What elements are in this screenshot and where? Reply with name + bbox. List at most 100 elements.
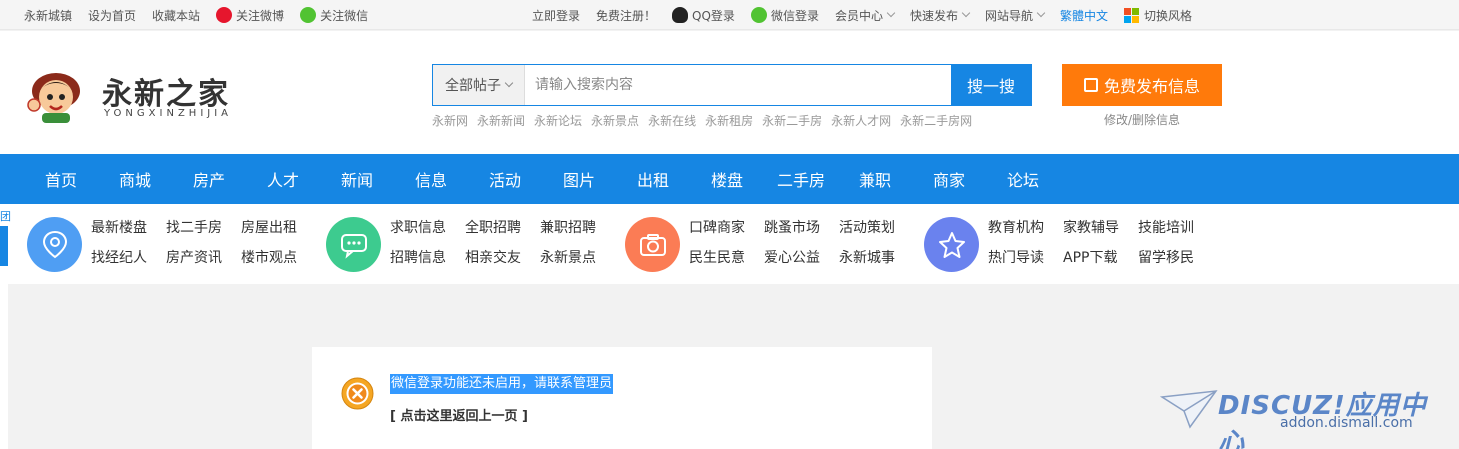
nav-item-property[interactable]: 房产 xyxy=(172,154,246,204)
quick-link[interactable]: 房屋出租 xyxy=(241,218,316,239)
nav-item-news[interactable]: 新闻 xyxy=(320,154,394,204)
quick-link[interactable]: 家教辅导 xyxy=(1063,218,1138,239)
nav-item-part-time[interactable]: 兼职 xyxy=(838,154,912,204)
nav-item-second-hand-house[interactable]: 二手房 xyxy=(764,154,838,204)
site-logo[interactable]: 永新之家 YONGXINZHIJIA xyxy=(26,69,266,125)
site-town-link[interactable]: 永新城镇 xyxy=(24,7,72,24)
quick-link[interactable]: 技能培训 xyxy=(1138,218,1213,239)
windows-grid-icon xyxy=(1124,7,1140,23)
quick-link[interactable]: 留学移民 xyxy=(1138,248,1213,269)
search-input[interactable] xyxy=(525,65,951,105)
hot-search-link[interactable]: 永新论坛 xyxy=(534,112,582,129)
quick-link[interactable]: 求职信息 xyxy=(390,218,465,239)
nav-item-info[interactable]: 信息 xyxy=(394,154,468,204)
follow-weibo-link[interactable]: 关注微博 xyxy=(216,7,284,24)
mascot-logo-icon xyxy=(27,73,80,123)
quick-link[interactable]: 跳蚤市场 xyxy=(764,218,839,239)
watermark-url: addon.dismall.com xyxy=(1280,415,1413,431)
publish-info-label: 免费发布信息 xyxy=(1103,77,1200,96)
top-bar-center: 立即登录 免费注册！ QQ登录 微信登录 会员中心 快速发布 网站导航 繁體中文 xyxy=(532,0,1208,30)
back-link[interactable]: [ 点击这里返回上一页 ] xyxy=(390,405,528,424)
hot-search-link[interactable]: 永新人才网 xyxy=(831,112,891,129)
edit-icon xyxy=(1083,78,1098,92)
nav-item-home[interactable]: 首页 xyxy=(24,154,98,204)
quick-link[interactable]: 永新景点 xyxy=(540,248,615,269)
member-center-menu[interactable]: 会员中心 xyxy=(835,7,896,24)
edit-delete-info-link[interactable]: 修改/删除信息 xyxy=(1062,111,1222,128)
search-category-select[interactable]: 全部帖子 xyxy=(433,65,525,105)
quick-link[interactable]: 民生民意 xyxy=(689,248,764,269)
hot-search-link[interactable]: 永新二手房 xyxy=(762,112,822,129)
hot-search-link[interactable]: 永新景点 xyxy=(591,112,639,129)
site-pinyin: YONGXINZHIJIA xyxy=(104,108,233,119)
traditional-chinese-link[interactable]: 繁體中文 xyxy=(1060,7,1108,24)
hot-search-link[interactable]: 永新租房 xyxy=(705,112,753,129)
nav-item-rent[interactable]: 出租 xyxy=(616,154,690,204)
quick-link[interactable]: 相亲交友 xyxy=(465,248,540,269)
quick-link[interactable]: 兼职招聘 xyxy=(540,218,615,239)
chevron-down-icon xyxy=(961,8,971,18)
header: 永新之家 YONGXINZHIJIA 全部帖子 搜一搜 永新网 永新新闻 永新论… xyxy=(0,31,1459,154)
nav-item-events[interactable]: 活动 xyxy=(468,154,542,204)
quick-link[interactable]: 活动策划 xyxy=(839,218,914,239)
paper-plane-icon xyxy=(1160,390,1218,429)
nav-item-estates[interactable]: 楼盘 xyxy=(690,154,764,204)
set-homepage-link[interactable]: 设为首页 xyxy=(88,7,136,24)
chevron-down-icon xyxy=(886,8,896,18)
login-link[interactable]: 立即登录 xyxy=(532,7,580,24)
camera-icon xyxy=(625,217,680,272)
quick-link[interactable]: 招聘信息 xyxy=(390,248,465,269)
quick-link[interactable]: 全职招聘 xyxy=(465,218,540,239)
wechat-login-link[interactable]: 微信登录 xyxy=(750,7,819,24)
error-icon xyxy=(341,377,374,410)
hot-search-link[interactable]: 永新新闻 xyxy=(477,112,525,129)
wechat-icon xyxy=(750,7,767,23)
nav-item-forum[interactable]: 论坛 xyxy=(986,154,1060,204)
publish-info-button[interactable]: 免费发布信息 xyxy=(1062,64,1222,106)
bookmark-link[interactable]: 收藏本站 xyxy=(152,7,200,24)
switch-style-link[interactable]: 切换风格 xyxy=(1124,7,1192,24)
site-nav-menu[interactable]: 网站导航 xyxy=(985,7,1046,24)
hot-search-link[interactable]: 永新网 xyxy=(432,112,468,129)
hot-search-links: 永新网 永新新闻 永新论坛 永新景点 永新在线 永新租房 永新二手房 永新人才网… xyxy=(432,112,981,129)
main-nav: 首页 商城 房产 人才 新闻 信息 活动 图片 出租 楼盘 二手房 兼职 商家 … xyxy=(0,154,1459,204)
hot-search-link[interactable]: 永新在线 xyxy=(648,112,696,129)
quick-link[interactable]: 热门导读 xyxy=(988,248,1063,269)
nav-item-mall[interactable]: 商城 xyxy=(98,154,172,204)
star-icon xyxy=(924,217,979,272)
weibo-icon xyxy=(216,7,233,23)
top-bar-left: 永新城镇 设为首页 收藏本站 关注微博 关注微信 xyxy=(24,0,384,30)
quick-link[interactable]: 楼市观点 xyxy=(241,248,316,269)
search-button[interactable]: 搜一搜 xyxy=(951,65,1031,105)
discuz-watermark: DISCUZ!应用中心 addon.dismall.com xyxy=(1160,385,1450,449)
register-link[interactable]: 免费注册！ xyxy=(596,7,656,24)
wechat-icon xyxy=(300,7,317,23)
left-side-tab[interactable]: 团 xyxy=(0,204,11,449)
quick-link[interactable]: 口碑商家 xyxy=(689,218,764,239)
follow-wechat-link[interactable]: 关注微信 xyxy=(300,7,368,24)
qq-icon xyxy=(672,7,689,23)
nav-item-merchants[interactable]: 商家 xyxy=(912,154,986,204)
top-bar: 永新城镇 设为首页 收藏本站 关注微博 关注微信 立即登录 免费注册！ QQ登录… xyxy=(0,0,1459,30)
quick-link[interactable]: 爱心公益 xyxy=(764,248,839,269)
location-pin-icon xyxy=(27,217,82,272)
quick-link[interactable]: 最新楼盘 xyxy=(91,218,166,239)
chevron-down-icon xyxy=(1036,8,1046,18)
nav-item-talent[interactable]: 人才 xyxy=(246,154,320,204)
quick-link[interactable]: 教育机构 xyxy=(988,218,1063,239)
quick-publish-menu[interactable]: 快速发布 xyxy=(910,7,971,24)
quick-link[interactable]: 永新城事 xyxy=(839,248,914,269)
hot-search-link[interactable]: 永新二手房网 xyxy=(900,112,972,129)
qq-login-link[interactable]: QQ登录 xyxy=(672,7,735,24)
quick-link[interactable]: 找二手房 xyxy=(166,218,241,239)
quick-links-panel: 最新楼盘 找二手房 房屋出租 找经纪人 房产资讯 楼市观点 求职信息 全职招聘 … xyxy=(0,204,1459,284)
quick-link[interactable]: 房产资讯 xyxy=(166,248,241,269)
quick-link[interactable]: 找经纪人 xyxy=(91,248,166,269)
search-bar: 全部帖子 搜一搜 xyxy=(432,64,1032,106)
side-tab-bar xyxy=(0,226,8,266)
quick-link[interactable]: APP下载 xyxy=(1063,248,1138,269)
chevron-down-icon xyxy=(504,78,514,88)
message-box: 微信登录功能还未启用，请联系管理员 [ 点击这里返回上一页 ] xyxy=(312,347,932,449)
nav-item-pictures[interactable]: 图片 xyxy=(542,154,616,204)
search-category-label: 全部帖子 xyxy=(445,78,501,94)
